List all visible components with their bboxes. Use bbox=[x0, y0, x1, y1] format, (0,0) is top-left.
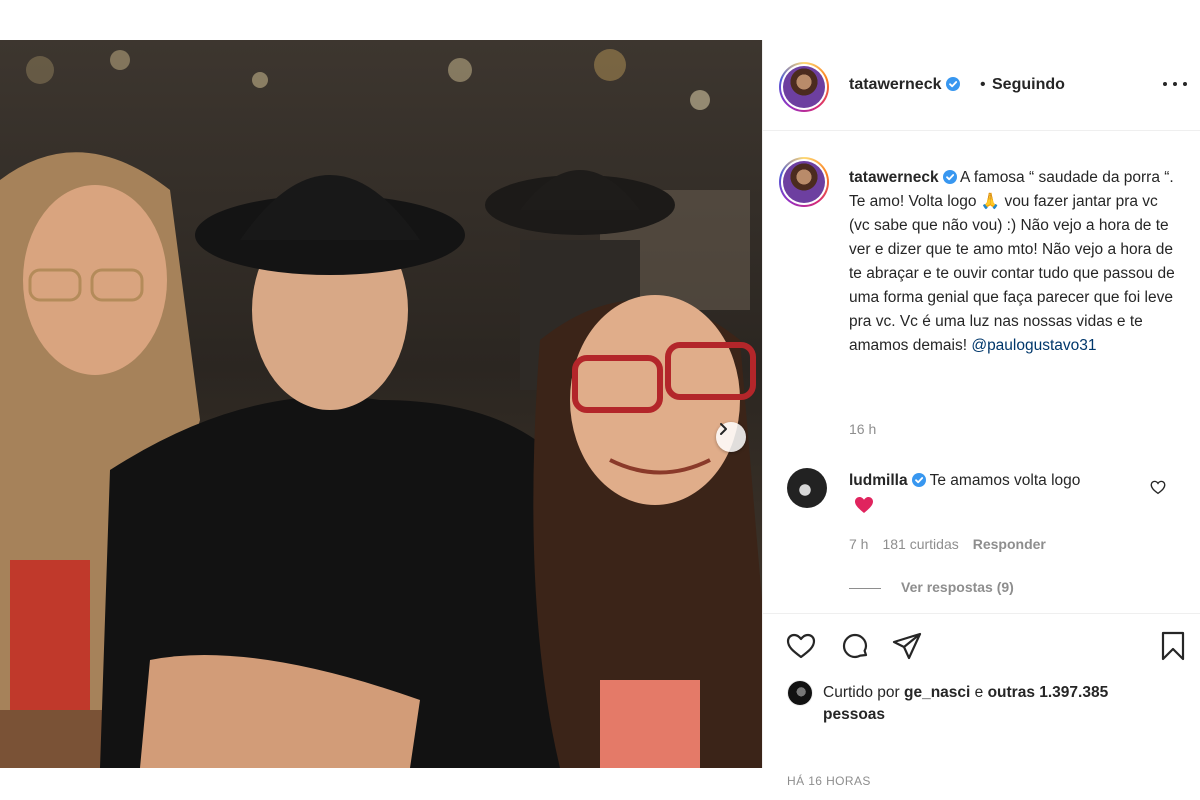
instagram-post: tatawerneck • Seguindo tatawerneck A fam… bbox=[0, 40, 1200, 788]
share-icon[interactable] bbox=[891, 630, 923, 662]
comment-meta: 7 h 181 curtidas Responder bbox=[849, 536, 1060, 552]
more-options-icon[interactable] bbox=[1163, 74, 1187, 94]
heart-icon[interactable] bbox=[785, 630, 817, 662]
likes-prefix: Curtido por bbox=[823, 684, 904, 701]
post-side-panel: tatawerneck • Seguindo tatawerneck A fam… bbox=[762, 40, 1200, 788]
verified-badge-icon bbox=[942, 170, 957, 184]
post-timestamp[interactable]: HÁ 16 HORAS bbox=[787, 774, 871, 788]
author-username-text[interactable]: tatawerneck bbox=[849, 76, 942, 93]
post-photo[interactable] bbox=[0, 40, 762, 768]
verified-badge-icon bbox=[945, 77, 960, 91]
replies-divider bbox=[849, 587, 881, 589]
verified-badge-icon bbox=[911, 473, 926, 487]
author-avatar[interactable] bbox=[779, 62, 829, 112]
next-photo-button[interactable] bbox=[716, 422, 746, 452]
liker-avatar[interactable] bbox=[787, 680, 813, 706]
comment: ludmilla Te amamos volta logo bbox=[849, 470, 1149, 492]
caption-text: A famosa “ saudade da porra “. Te amo! V… bbox=[849, 169, 1175, 354]
caption-mention-link[interactable]: @paulogustavo31 bbox=[971, 337, 1096, 354]
post-caption: tatawerneck A famosa “ saudade da porra … bbox=[849, 166, 1179, 358]
post-actions: Curtido por ge_nasci e outras 1.397.385 … bbox=[763, 613, 1200, 788]
red-heart-emoji-icon bbox=[855, 497, 873, 513]
likes-text: Curtido por ge_nasci e outras 1.397.385 … bbox=[823, 682, 1153, 726]
comment-text: Te amamos volta logo bbox=[925, 472, 1081, 489]
comment-like-heart-icon[interactable] bbox=[1149, 478, 1167, 496]
bookmark-icon[interactable] bbox=[1157, 630, 1189, 662]
separator-dot: • bbox=[980, 76, 986, 93]
reply-button[interactable]: Responder bbox=[973, 536, 1046, 552]
caption-author-avatar[interactable] bbox=[779, 157, 829, 207]
comment-time[interactable]: 7 h bbox=[849, 536, 868, 552]
following-button[interactable]: Seguindo bbox=[992, 76, 1065, 94]
comment-username[interactable]: ludmilla bbox=[849, 472, 908, 489]
likes-conjunction: e bbox=[970, 684, 988, 701]
photo-illustration bbox=[0, 49, 762, 768]
caption-timestamp[interactable]: 16 h bbox=[849, 421, 876, 437]
author-username[interactable]: tatawerneck bbox=[849, 76, 960, 94]
chevron-right-icon bbox=[720, 423, 727, 435]
caption-username[interactable]: tatawerneck bbox=[849, 169, 939, 186]
liker-username[interactable]: ge_nasci bbox=[904, 684, 970, 701]
comment-likes-count[interactable]: 181 curtidas bbox=[882, 536, 958, 552]
comment-icon[interactable] bbox=[839, 630, 871, 662]
view-replies-label[interactable]: Ver respostas (9) bbox=[901, 579, 1014, 595]
commenter-avatar[interactable] bbox=[787, 468, 827, 508]
post-header: tatawerneck • Seguindo bbox=[763, 40, 1200, 131]
view-replies-button[interactable]: Ver respostas (9) bbox=[849, 579, 1014, 595]
